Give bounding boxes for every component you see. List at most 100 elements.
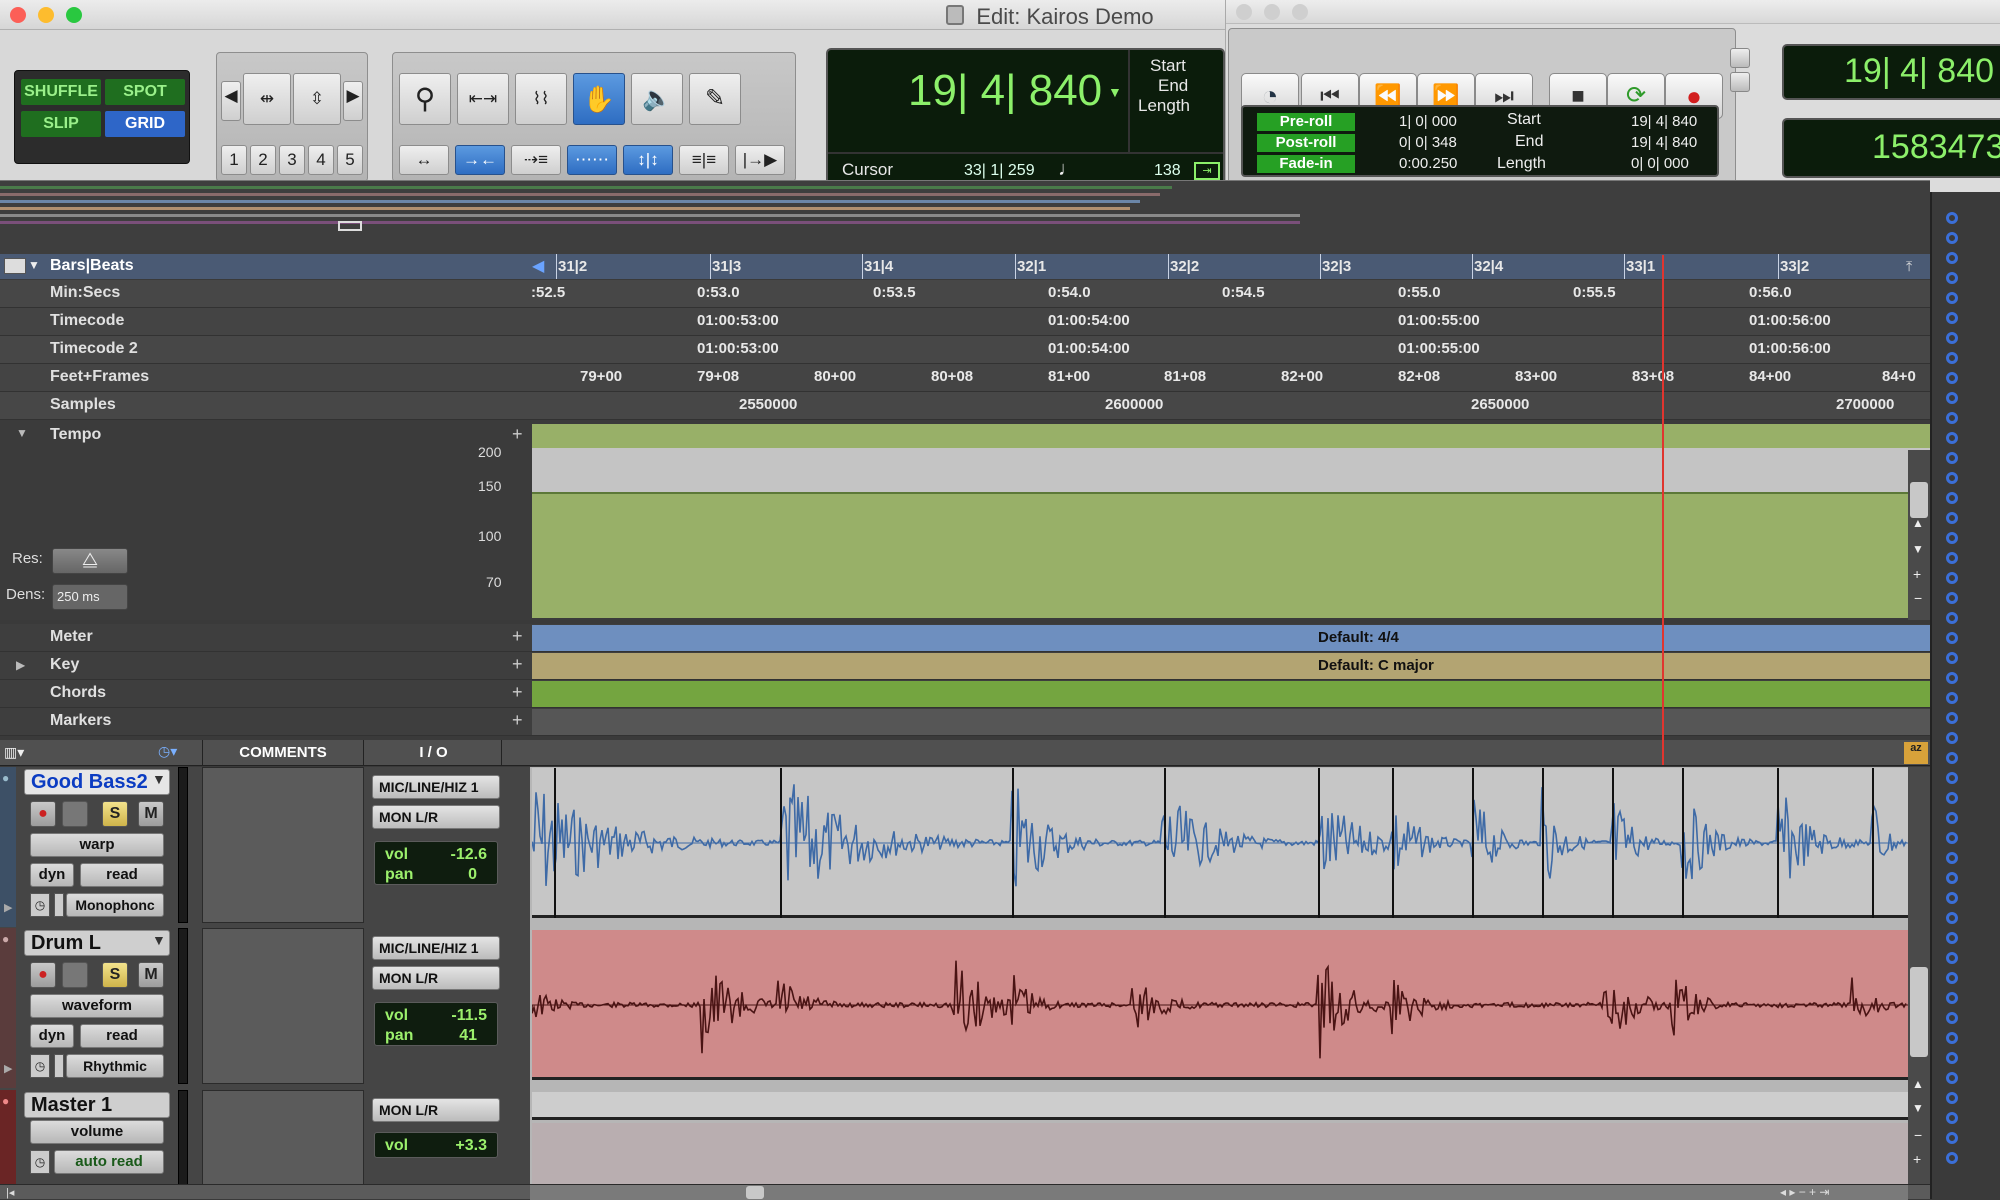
solo-button[interactable]: S — [102, 962, 128, 988]
track-view-selector[interactable]: waveform — [30, 994, 164, 1018]
universe-overview[interactable] — [0, 180, 1930, 254]
scrubber-speaker-tool-icon[interactable]: 🔈 — [631, 73, 683, 125]
link-timeline-icon[interactable]: ↔ — [399, 145, 449, 175]
key-event[interactable]: Default: C major — [532, 653, 1930, 679]
master-1-playlist[interactable] — [532, 1092, 1908, 1120]
meter-event[interactable]: Default: 4/4 — [532, 625, 1930, 651]
clip-boundary[interactable] — [1164, 768, 1166, 918]
good-bass2-playlist[interactable] — [532, 768, 1908, 918]
mirror-midi-icon[interactable]: ⋯⋯ — [567, 145, 617, 175]
track-name-dropdown-icon[interactable]: ▼ — [152, 932, 166, 948]
transport-start-value[interactable]: 19| 4| 840 — [1631, 113, 1697, 130]
link-track-edit-icon[interactable]: →← — [455, 145, 505, 175]
track-expand-icon[interactable]: ▶ — [4, 1062, 12, 1075]
timebase-icon[interactable]: ◷ — [30, 893, 50, 917]
postroll-toggle[interactable]: Post-roll — [1257, 134, 1355, 152]
track-list-menu-icon[interactable]: ▥▾ — [4, 744, 24, 761]
preroll-value[interactable]: 1| 0| 000 — [1399, 113, 1457, 130]
counter-dropdown-icon[interactable]: ▼ — [1108, 84, 1122, 100]
tracks-vertical-scrollbar[interactable]: ▲ ▼ − + — [1908, 767, 1930, 1187]
add-marker-icon[interactable]: + — [512, 710, 523, 731]
ruler-top-icon[interactable]: ⤒ — [1906, 258, 1912, 275]
zoom-preset-4[interactable]: 4 — [308, 145, 334, 175]
mute-button[interactable]: M — [138, 801, 164, 827]
pan-value[interactable]: 41 — [459, 1027, 477, 1045]
io-column-header[interactable]: I / O — [366, 740, 502, 766]
input-monitor-button[interactable] — [62, 801, 88, 827]
zoom-right-arrow-icon[interactable]: ▶ — [343, 81, 363, 121]
elastic-icon[interactable] — [54, 893, 64, 917]
zoom-preset-3[interactable]: 3 — [279, 145, 305, 175]
automation-mode-selector[interactable]: read — [80, 863, 164, 887]
horizontal-scroll-track[interactable] — [530, 1185, 1908, 1200]
metronome-resolution-icon[interactable]: ⧋ — [52, 548, 128, 574]
main-counter-value[interactable]: 19| 4| 840 — [908, 66, 1102, 116]
grid-mode-button[interactable]: GRID — [105, 111, 185, 137]
markers-bar[interactable] — [532, 709, 1930, 735]
tempo-scroll-up-icon[interactable]: ▲ — [1912, 516, 1924, 530]
tempo-collapse-icon[interactable]: ▼ — [16, 426, 28, 440]
output-selector[interactable]: MON L/R — [372, 1098, 500, 1122]
tempo-zoom-in-icon[interactable]: + — [1913, 566, 1921, 582]
solo-button[interactable]: S — [102, 801, 128, 827]
clip-boundary[interactable] — [1777, 768, 1779, 918]
bars-beats-ruler[interactable]: ▼ Bars|Beats ◀ 31|2 31|3 31|4 32|1 32|2 32|3 3… — [0, 254, 1930, 279]
track-comment-field[interactable] — [202, 928, 364, 1084]
volume-value[interactable]: +3.3 — [455, 1137, 487, 1155]
samples-ruler[interactable]: Samples 2550000 2600000 2650000 2700000 — [0, 392, 1930, 420]
horizontal-zoom-icon[interactable]: ⇹ — [243, 73, 291, 125]
drum-l-playlist[interactable] — [532, 930, 1908, 1080]
transport-close-button[interactable] — [1236, 4, 1252, 20]
spot-mode-button[interactable]: SPOT — [105, 79, 185, 105]
transport-zoom-button[interactable] — [1292, 4, 1308, 20]
tempo-zoom-out-icon[interactable]: − — [1914, 590, 1922, 606]
zoom-preset-5[interactable]: 5 — [337, 145, 363, 175]
clip-boundary[interactable] — [554, 768, 556, 918]
clip-boundary[interactable] — [1012, 768, 1014, 918]
clip-boundary[interactable] — [1612, 768, 1614, 918]
timebase-icon[interactable]: ◷ — [30, 1054, 50, 1078]
conductor-track-icon[interactable]: ⇥ — [1194, 162, 1220, 180]
overview-viewport-box[interactable] — [338, 221, 362, 231]
transport-end-value[interactable]: 19| 4| 840 — [1631, 134, 1697, 151]
trim-tool-icon[interactable]: ⇤⇥ — [457, 73, 509, 125]
timebase-icon[interactable]: ◷ — [30, 1150, 50, 1174]
timecode2-ruler[interactable]: Timecode 2 01:00:53:00 01:00:54:00 01:00:5… — [0, 336, 1930, 364]
volume-value[interactable]: -11.5 — [451, 1007, 487, 1025]
selector-tool-icon[interactable]: ⌇⌇ — [515, 73, 567, 125]
automation-mode-selector[interactable]: read — [80, 1024, 164, 1048]
fadein-value[interactable]: 0:00.250 — [1399, 155, 1457, 172]
count-off-icon[interactable] — [1730, 72, 1750, 92]
keyboard-focus-icon[interactable]: ≡|≡ — [679, 145, 729, 175]
tempo-scrollbar[interactable]: ▲ ▼ + − — [1908, 450, 1930, 620]
horizontal-scrollbar[interactable]: |◂ ◂ ▸ − + ⇥ — [0, 1184, 1930, 1200]
volume-value[interactable]: -12.6 — [451, 846, 487, 864]
vertical-scroll-thumb[interactable] — [1910, 967, 1928, 1057]
input-selector[interactable]: MIC/LINE/HIZ 1 — [372, 775, 500, 799]
add-chord-icon[interactable]: + — [512, 682, 523, 703]
chords-bar[interactable] — [532, 681, 1930, 707]
input-monitor-button[interactable] — [62, 962, 88, 988]
nudge-icon[interactable]: |→▶ — [735, 145, 785, 175]
dyn-button[interactable]: dyn — [30, 1024, 74, 1048]
clock-view-icon[interactable]: ◷▾ — [158, 743, 177, 760]
key-expand-icon[interactable]: ▶ — [16, 658, 25, 672]
track-zoom-in-icon[interactable]: + — [1913, 1151, 1921, 1167]
clip-boundary[interactable] — [780, 768, 782, 918]
feet-frames-ruler[interactable]: Feet+Frames 79+00 79+08 80+00 80+08 81+00 81+… — [0, 364, 1930, 392]
track-view-selector[interactable]: warp — [30, 833, 164, 857]
elastic-icon[interactable] — [54, 1054, 64, 1078]
clip-boundary[interactable] — [1542, 768, 1544, 918]
density-selector[interactable]: 250 ms — [52, 584, 128, 610]
zoom-left-arrow-icon[interactable]: ◀ — [221, 81, 241, 121]
grabber-hand-tool-icon[interactable]: ✋ — [573, 73, 625, 125]
clip-boundary[interactable] — [1392, 768, 1394, 918]
postroll-value[interactable]: 0| 0| 348 — [1399, 134, 1457, 151]
preroll-toggle[interactable]: Pre-roll — [1257, 113, 1355, 131]
insertion-marker-icon[interactable]: ◀ — [532, 256, 544, 276]
scroll-to-start-icon[interactable]: |◂ — [6, 1186, 14, 1199]
zoomer-tool-icon[interactable]: ⚲ — [399, 73, 451, 125]
automation-mode-selector[interactable]: auto read — [54, 1150, 164, 1174]
shuffle-mode-button[interactable]: SHUFFLE — [21, 79, 101, 105]
tempo-scroll-down-icon[interactable]: ▼ — [1912, 542, 1924, 556]
